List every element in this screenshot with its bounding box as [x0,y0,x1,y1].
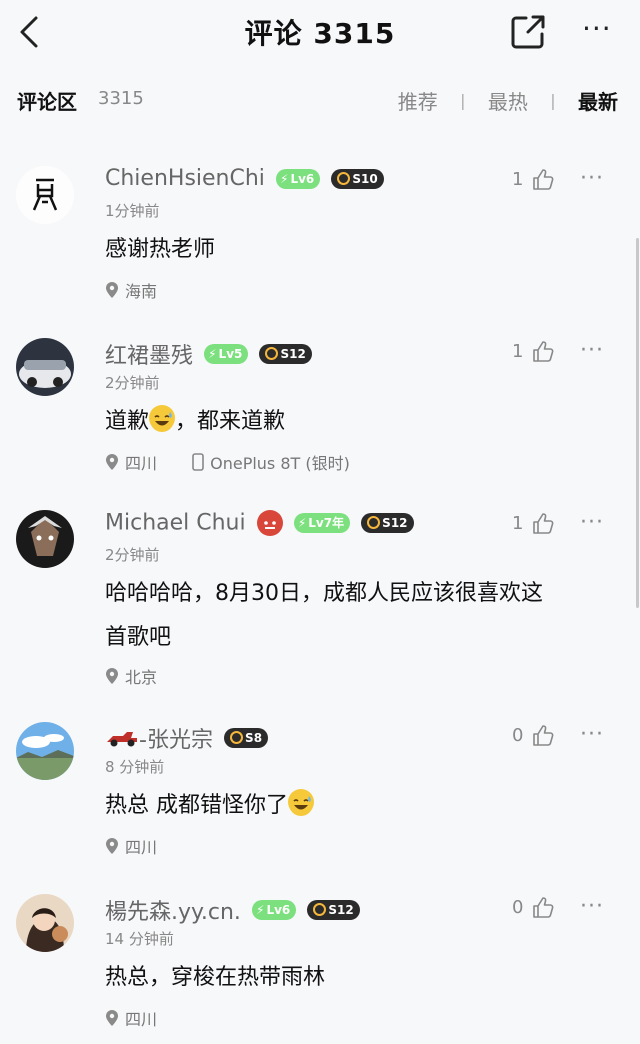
comment-header: -张光宗 S8 [105,722,269,753]
location-pin-icon [106,454,118,470]
comment-time: 2分钟前 [105,374,160,392]
grinning-sweat-emoji [149,405,176,432]
comment-more-button[interactable]: ··· [580,894,604,919]
thumbs-up-icon [533,169,554,190]
avatar[interactable] [16,510,74,568]
username[interactable]: ChienHsienChi [105,166,265,191]
comment-meta: 海南 [105,278,157,302]
comment-time: 1分钟前 [105,202,160,220]
like-button[interactable]: 1 [512,340,555,364]
top-bar: 评论 3315 ··· [0,0,640,64]
thumbs-up-icon [533,725,554,746]
location-pin-icon [106,838,118,854]
share-icon [511,15,545,49]
username[interactable]: 楊先森.yy.cn. [105,900,241,925]
season-badge: S12 [307,900,360,920]
sort-tabs: 推荐 | 最热 | 最新 [398,86,618,115]
comment-item: 红裙墨残 ⚡ Lv5 S12 2分钟前 道歉 ，都来道歉 四川 OnePlus 8T… [0,338,640,488]
avatar[interactable] [16,166,74,224]
tab-separator: | [460,91,466,110]
comment-meta: 四川 [105,834,157,858]
comment-item: ChienHsienChi ⚡ Lv6 S10 1分钟前 感谢热老师 海南 1 ·… [0,166,640,316]
like-count: 1 [512,341,524,362]
like-button[interactable]: 0 [512,724,555,748]
section-label: 评论区 [17,90,77,114]
comment-count: 3315 [98,88,144,109]
thumbs-up-icon [533,513,554,534]
comment-meta: 四川 [105,1006,157,1030]
thumbs-up-icon [533,897,554,918]
comment-section-header: 评论区 3315 推荐 | 最热 | 最新 [0,80,640,120]
comment-text: 哈哈哈哈，8月30日，成都人民应该很喜欢这 首歌吧 [105,581,543,650]
like-count: 0 [512,897,524,918]
comment-item: -张光宗 S8 8 分钟前 热总 成都错怪你了 四川 0 ··· [0,722,640,872]
more-options-button[interactable]: ··· [582,14,622,50]
avatar[interactable] [16,894,74,952]
comment-more-button[interactable]: ··· [580,510,604,535]
tab-separator: | [550,91,556,110]
level-badge: ⚡ Lv7年 [293,513,351,533]
comment-text: 热总，穿梭在热带雨林 [105,965,326,990]
device-text: OnePlus 8T (银时) [210,454,350,473]
like-count: 1 [512,513,524,534]
like-button[interactable]: 1 [512,168,555,192]
location-text: 海南 [125,282,158,301]
grinning-sweat-emoji [288,789,314,816]
location-text: 四川 [125,1010,158,1029]
level-badge: ⚡ Lv6 [252,900,297,920]
location-pin-icon [106,282,118,298]
comment-item: 楊先森.yy.cn. ⚡ Lv6 S12 14 分钟前 热总，穿梭在热带雨林 四川… [0,894,640,1044]
comment-time: 8 分钟前 [105,758,165,776]
season-badge: S12 [259,344,312,364]
comment-time: 2分钟前 [105,546,160,564]
location-pin-icon [106,1010,118,1026]
sort-tab-hottest[interactable]: 最热 [488,86,528,115]
level-badge: ⚡ Lv6 [276,168,321,189]
race-car-icon [107,732,137,747]
comment-more-button[interactable]: ··· [580,338,604,363]
comment-time: 14 分钟前 [105,930,174,948]
comment-header: 楊先森.yy.cn. ⚡ Lv6 S12 [105,894,360,925]
level-badge: ⚡ Lv5 [204,344,249,364]
comment-text: 热总 成都错怪你了 [105,784,625,828]
location-text: 四川 [125,838,158,857]
comment-header: ChienHsienChi ⚡ Lv6 S10 [105,166,384,196]
username[interactable]: 红裙墨残 [105,344,193,369]
location-text: 四川 [125,454,158,473]
comment-more-button[interactable]: ··· [580,722,604,747]
like-button[interactable]: 1 [512,512,555,536]
username[interactable]: Michael Chui [105,511,246,536]
comment-meta: 四川 OnePlus 8T (银时) [105,450,350,474]
sort-tab-newest[interactable]: 最新 [578,86,618,115]
like-count: 0 [512,725,524,746]
phone-icon [192,453,204,471]
thumbs-up-icon [533,341,554,362]
sort-tab-recommended[interactable]: 推荐 [398,86,438,115]
comment-item: Michael Chui ⚡ Lv7年 S12 2分钟前 哈哈哈哈，8月30日，成… [0,510,640,700]
comment-text: 感谢热老师 [105,237,216,262]
avatar[interactable] [16,338,74,396]
season-badge: S10 [331,168,384,189]
season-badge: S12 [361,513,414,533]
avatar[interactable] [16,722,74,780]
season-badge: S8 [224,728,269,748]
devil-emoji [256,510,283,536]
comment-meta: 北京 [105,664,157,688]
comment-header: 红裙墨残 ⚡ Lv5 S12 [105,338,312,369]
comment-header: Michael Chui ⚡ Lv7年 S12 [105,510,414,540]
location-pin-icon [106,668,118,684]
scrollbar[interactable] [636,238,639,608]
username[interactable]: -张光宗 [139,728,213,753]
comment-text: 道歉 ，都来道歉 [105,400,625,444]
location-text: 北京 [125,668,158,687]
share-button[interactable] [508,12,548,52]
like-button[interactable]: 0 [512,896,555,920]
like-count: 1 [512,169,524,190]
comment-more-button[interactable]: ··· [580,166,604,191]
